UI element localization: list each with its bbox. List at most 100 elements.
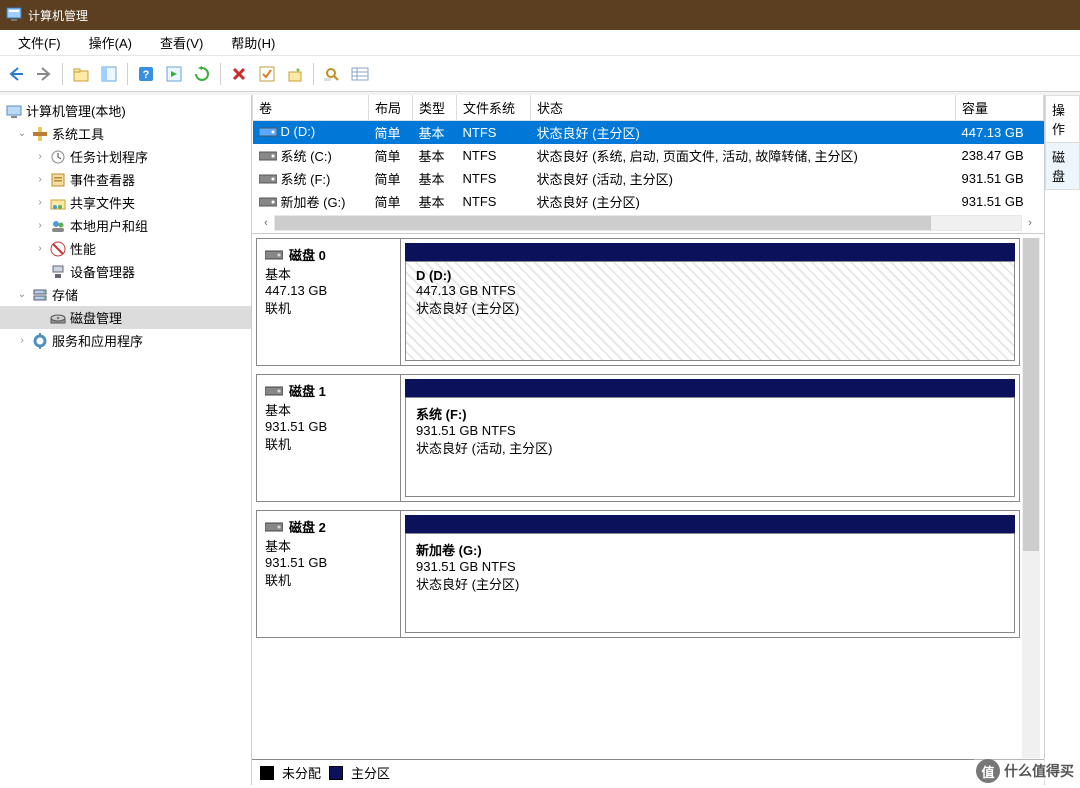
panel-button[interactable]	[97, 62, 121, 86]
scrollbar-thumb[interactable]	[1023, 238, 1039, 550]
drive-icon	[259, 196, 277, 211]
disk-icon	[50, 310, 66, 326]
delete-button[interactable]	[227, 62, 251, 86]
partition-header-bar	[405, 243, 1015, 261]
clock-icon	[50, 149, 66, 165]
table-row[interactable]: 新加卷 (G:)简单基本NTFS状态良好 (主分区)931.51 GB	[253, 190, 1044, 213]
computer-icon	[6, 103, 22, 119]
storage-icon	[32, 287, 48, 303]
legend: 未分配 主分区	[252, 759, 1044, 785]
disk-partitions: D (D:)447.13 GB NTFS状态良好 (主分区)	[401, 239, 1019, 365]
col-volume[interactable]: 卷	[259, 101, 272, 116]
table-row[interactable]: 系统 (F:)简单基本NTFS状态良好 (活动, 主分区)931.51 GB	[253, 167, 1044, 190]
chevron-right-icon: ›	[34, 220, 46, 231]
title-bar: 计算机管理	[0, 0, 1080, 30]
drive-icon	[259, 150, 277, 165]
back-button[interactable]	[4, 62, 28, 86]
action-button[interactable]	[162, 62, 186, 86]
menu-action[interactable]: 操作(A)	[75, 30, 146, 55]
check-button[interactable]	[255, 62, 279, 86]
help-button[interactable]: ?	[134, 62, 158, 86]
partition-box[interactable]: 系统 (F:)931.51 GB NTFS状态良好 (活动, 主分区)	[405, 397, 1015, 497]
tree-label: 系统工具	[52, 124, 104, 143]
watermark: 值 什么值得买	[974, 758, 1076, 784]
disk-row[interactable]: 磁盘 2基本931.51 GB联机新加卷 (G:)931.51 GB NTFS状…	[256, 510, 1020, 638]
perf-icon	[50, 241, 66, 257]
tree-label: 任务计划程序	[70, 147, 148, 166]
watermark-text: 什么值得买	[1004, 761, 1074, 781]
disk-info: 磁盘 0基本447.13 GB联机	[257, 239, 401, 365]
toolbar: ?	[0, 56, 1080, 92]
chevron-down-icon: ⌄	[16, 128, 28, 139]
column-headers[interactable]: 卷 布局 类型 文件系统 状态 容量	[253, 95, 1044, 121]
tree-devmgr[interactable]: 设备管理器	[0, 260, 251, 283]
scroll-right-icon[interactable]: ›	[1022, 217, 1038, 229]
device-icon	[50, 264, 66, 280]
scrollbar-thumb[interactable]	[275, 216, 931, 230]
col-capacity[interactable]: 容量	[962, 101, 988, 116]
window-title: 计算机管理	[28, 7, 88, 24]
search-button[interactable]	[320, 62, 344, 86]
disk-info: 磁盘 2基本931.51 GB联机	[257, 511, 401, 637]
tree-label: 性能	[70, 239, 96, 258]
disk-icon	[265, 249, 283, 261]
actions-item[interactable]: 磁盘	[1045, 143, 1080, 190]
tree-root[interactable]: 计算机管理(本地)	[0, 99, 251, 122]
tree-diskmgmt[interactable]: 磁盘管理	[0, 306, 251, 329]
tree-storage[interactable]: ⌄存储	[0, 283, 251, 306]
volume-list[interactable]: 卷 布局 类型 文件系统 状态 容量 D (D:)简单基本NTFS状态良好 (主…	[252, 95, 1044, 234]
col-fs[interactable]: 文件系统	[463, 101, 515, 116]
tree-services[interactable]: ›服务和应用程序	[0, 329, 251, 352]
actions-header: 操作	[1045, 95, 1080, 143]
tree-event[interactable]: ›事件查看器	[0, 168, 251, 191]
disk-graphic-panel: 磁盘 0基本447.13 GB联机D (D:)447.13 GB NTFS状态良…	[252, 234, 1044, 759]
list-button[interactable]	[348, 62, 372, 86]
watermark-badge: 值	[976, 759, 1000, 783]
vertical-scrollbar[interactable]	[1022, 238, 1040, 759]
disk-icon	[265, 521, 283, 533]
chevron-right-icon: ›	[34, 151, 46, 162]
disk-info: 磁盘 1基本931.51 GB联机	[257, 375, 401, 501]
horizontal-scrollbar[interactable]: ‹ ›	[252, 213, 1044, 233]
tree-perf[interactable]: ›性能	[0, 237, 251, 260]
center-panel: 卷 布局 类型 文件系统 状态 容量 D (D:)简单基本NTFS状态良好 (主…	[252, 95, 1044, 785]
menu-view[interactable]: 查看(V)	[146, 30, 217, 55]
scroll-left-icon[interactable]: ‹	[258, 217, 274, 229]
refresh-button[interactable]	[190, 62, 214, 86]
tree-label: 服务和应用程序	[52, 331, 143, 350]
partition-header-bar	[405, 515, 1015, 533]
chevron-down-icon: ⌄	[16, 289, 28, 300]
event-icon	[50, 172, 66, 188]
tree-task[interactable]: › 任务计划程序	[0, 145, 251, 168]
up-button[interactable]	[69, 62, 93, 86]
col-layout[interactable]: 布局	[375, 101, 401, 116]
table-row[interactable]: D (D:)简单基本NTFS状态良好 (主分区)447.13 GB	[253, 121, 1044, 145]
drive-icon	[259, 173, 277, 188]
tree-systools[interactable]: ⌄ 系统工具	[0, 122, 251, 145]
tree-label: 共享文件夹	[70, 193, 135, 212]
menu-file[interactable]: 文件(F)	[4, 30, 75, 55]
tree-shared[interactable]: › 共享文件夹	[0, 191, 251, 214]
forward-button[interactable]	[32, 62, 56, 86]
new-button[interactable]	[283, 62, 307, 86]
col-status[interactable]: 状态	[537, 101, 563, 116]
disk-row[interactable]: 磁盘 0基本447.13 GB联机D (D:)447.13 GB NTFS状态良…	[256, 238, 1020, 366]
disk-row[interactable]: 磁盘 1基本931.51 GB联机系统 (F:)931.51 GB NTFS状态…	[256, 374, 1020, 502]
users-icon	[50, 218, 66, 234]
tree-users[interactable]: › 本地用户和组	[0, 214, 251, 237]
disk-partitions: 系统 (F:)931.51 GB NTFS状态良好 (活动, 主分区)	[401, 375, 1019, 501]
drive-icon	[259, 126, 277, 141]
table-row[interactable]: 系统 (C:)简单基本NTFS状态良好 (系统, 启动, 页面文件, 活动, 故…	[253, 144, 1044, 167]
chevron-right-icon: ›	[34, 197, 46, 208]
tools-icon	[32, 126, 48, 142]
tree-panel[interactable]: 计算机管理(本地) ⌄ 系统工具 › 任务计划程序 ›事件查看器 › 共享文件夹 ›…	[0, 95, 252, 785]
partition-box[interactable]: D (D:)447.13 GB NTFS状态良好 (主分区)	[405, 261, 1015, 361]
partition-box[interactable]: 新加卷 (G:)931.51 GB NTFS状态良好 (主分区)	[405, 533, 1015, 633]
tree-label: 设备管理器	[70, 262, 135, 281]
tree-label: 磁盘管理	[70, 308, 122, 327]
legend-primary: 主分区	[351, 763, 390, 782]
menu-help[interactable]: 帮助(H)	[217, 30, 289, 55]
tree-label: 本地用户和组	[70, 216, 148, 235]
disk-partitions: 新加卷 (G:)931.51 GB NTFS状态良好 (主分区)	[401, 511, 1019, 637]
col-type[interactable]: 类型	[419, 101, 445, 116]
